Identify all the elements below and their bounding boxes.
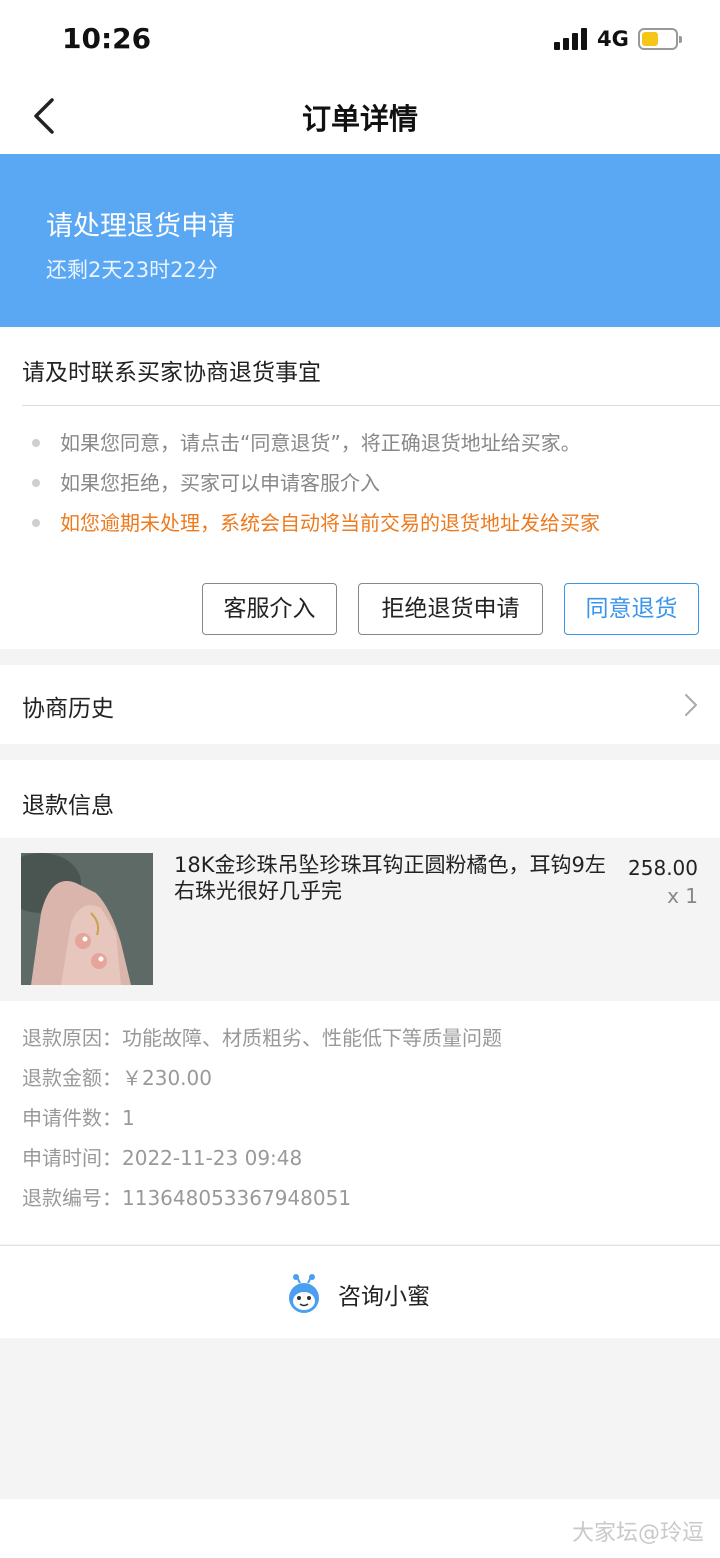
refund-amount-row: 退款金额：￥230.00 — [22, 1066, 212, 1090]
instruction-list: 如果您同意，请点击“同意退货”，将正确退货地址给买家。 如果您拒绝，买家可以申请… — [32, 427, 600, 547]
consult-label: 咨询小蜜 — [338, 1284, 430, 1310]
battery-icon — [638, 28, 682, 50]
refund-count-row: 申请件数：1 — [22, 1106, 135, 1130]
divider — [22, 405, 720, 406]
product-row[interactable]: 18K金珍珠吊坠珍珠耳钩正圆粉橘色，耳钩9左右珠光很好几乎完 258.00 x … — [0, 838, 720, 1001]
refund-details: 退款原因：功能故障、材质粗劣、性能低下等质量问题 退款金额：￥230.00 申请… — [22, 1023, 502, 1223]
refund-info-title: 退款信息 — [22, 793, 114, 819]
refund-info-card: 退款信息 18K金珍珠吊坠珍珠耳钩正圆粉橘色，耳钩9左右珠光很好几乎完 258.… — [0, 760, 720, 1244]
return-action-card: 请及时联系买家协商退货事宜 如果您同意，请点击“同意退货”，将正确退货地址给买家… — [0, 327, 720, 649]
assistant-mascot-icon — [289, 1274, 319, 1313]
product-thumbnail — [21, 853, 153, 985]
chevron-right-icon — [685, 694, 697, 716]
banner-title: 请处理退货申请 — [46, 211, 235, 242]
signal-icon — [554, 28, 588, 50]
product-name: 18K金珍珠吊坠珍珠耳钩正圆粉橘色，耳钩9左右珠光很好几乎完 — [174, 853, 606, 903]
instruction-item: 如果您拒绝，买家可以申请客服介入 — [32, 467, 600, 507]
status-time: 10:26 — [62, 22, 152, 55]
history-label: 协商历史 — [22, 696, 114, 722]
customer-service-button[interactable]: 客服介入 — [202, 583, 337, 635]
agree-return-button[interactable]: 同意退货 — [564, 583, 699, 635]
countdown-text: 还剩2天23时22分 — [46, 258, 218, 282]
status-banner: 请处理退货申请 还剩2天23时22分 — [0, 154, 720, 327]
instruction-item-warning: 如您逾期未处理，系统会自动将当前交易的退货地址发给买家 — [32, 507, 600, 547]
network-label: 4G — [597, 27, 629, 51]
consult-assistant-button[interactable]: 咨询小蜜 — [0, 1245, 720, 1338]
reject-return-button[interactable]: 拒绝退货申请 — [358, 583, 543, 635]
contact-buyer-title: 请及时联系买家协商退货事宜 — [22, 360, 321, 386]
page-title: 订单详情 — [301, 102, 418, 136]
status-bar: 10:26 4G — [0, 0, 720, 78]
nav-bar: 订单详情 — [0, 78, 720, 154]
refund-number-row: 退款编号：113648053367948051 — [22, 1186, 352, 1210]
product-price: 258.00 — [628, 856, 698, 880]
footer: 大家坛@玲逗 — [0, 1499, 720, 1558]
product-quantity: x 1 — [667, 884, 698, 908]
refund-reason-row: 退款原因：功能故障、材质粗劣、性能低下等质量问题 — [22, 1026, 502, 1050]
refund-time-row: 申请时间：2022-11-23 09:48 — [22, 1146, 303, 1170]
watermark: 大家坛@玲逗 — [571, 1521, 704, 1546]
instruction-item: 如果您同意，请点击“同意退货”，将正确退货地址给买家。 — [32, 427, 600, 467]
negotiation-history-row[interactable]: 协商历史 — [0, 665, 720, 744]
